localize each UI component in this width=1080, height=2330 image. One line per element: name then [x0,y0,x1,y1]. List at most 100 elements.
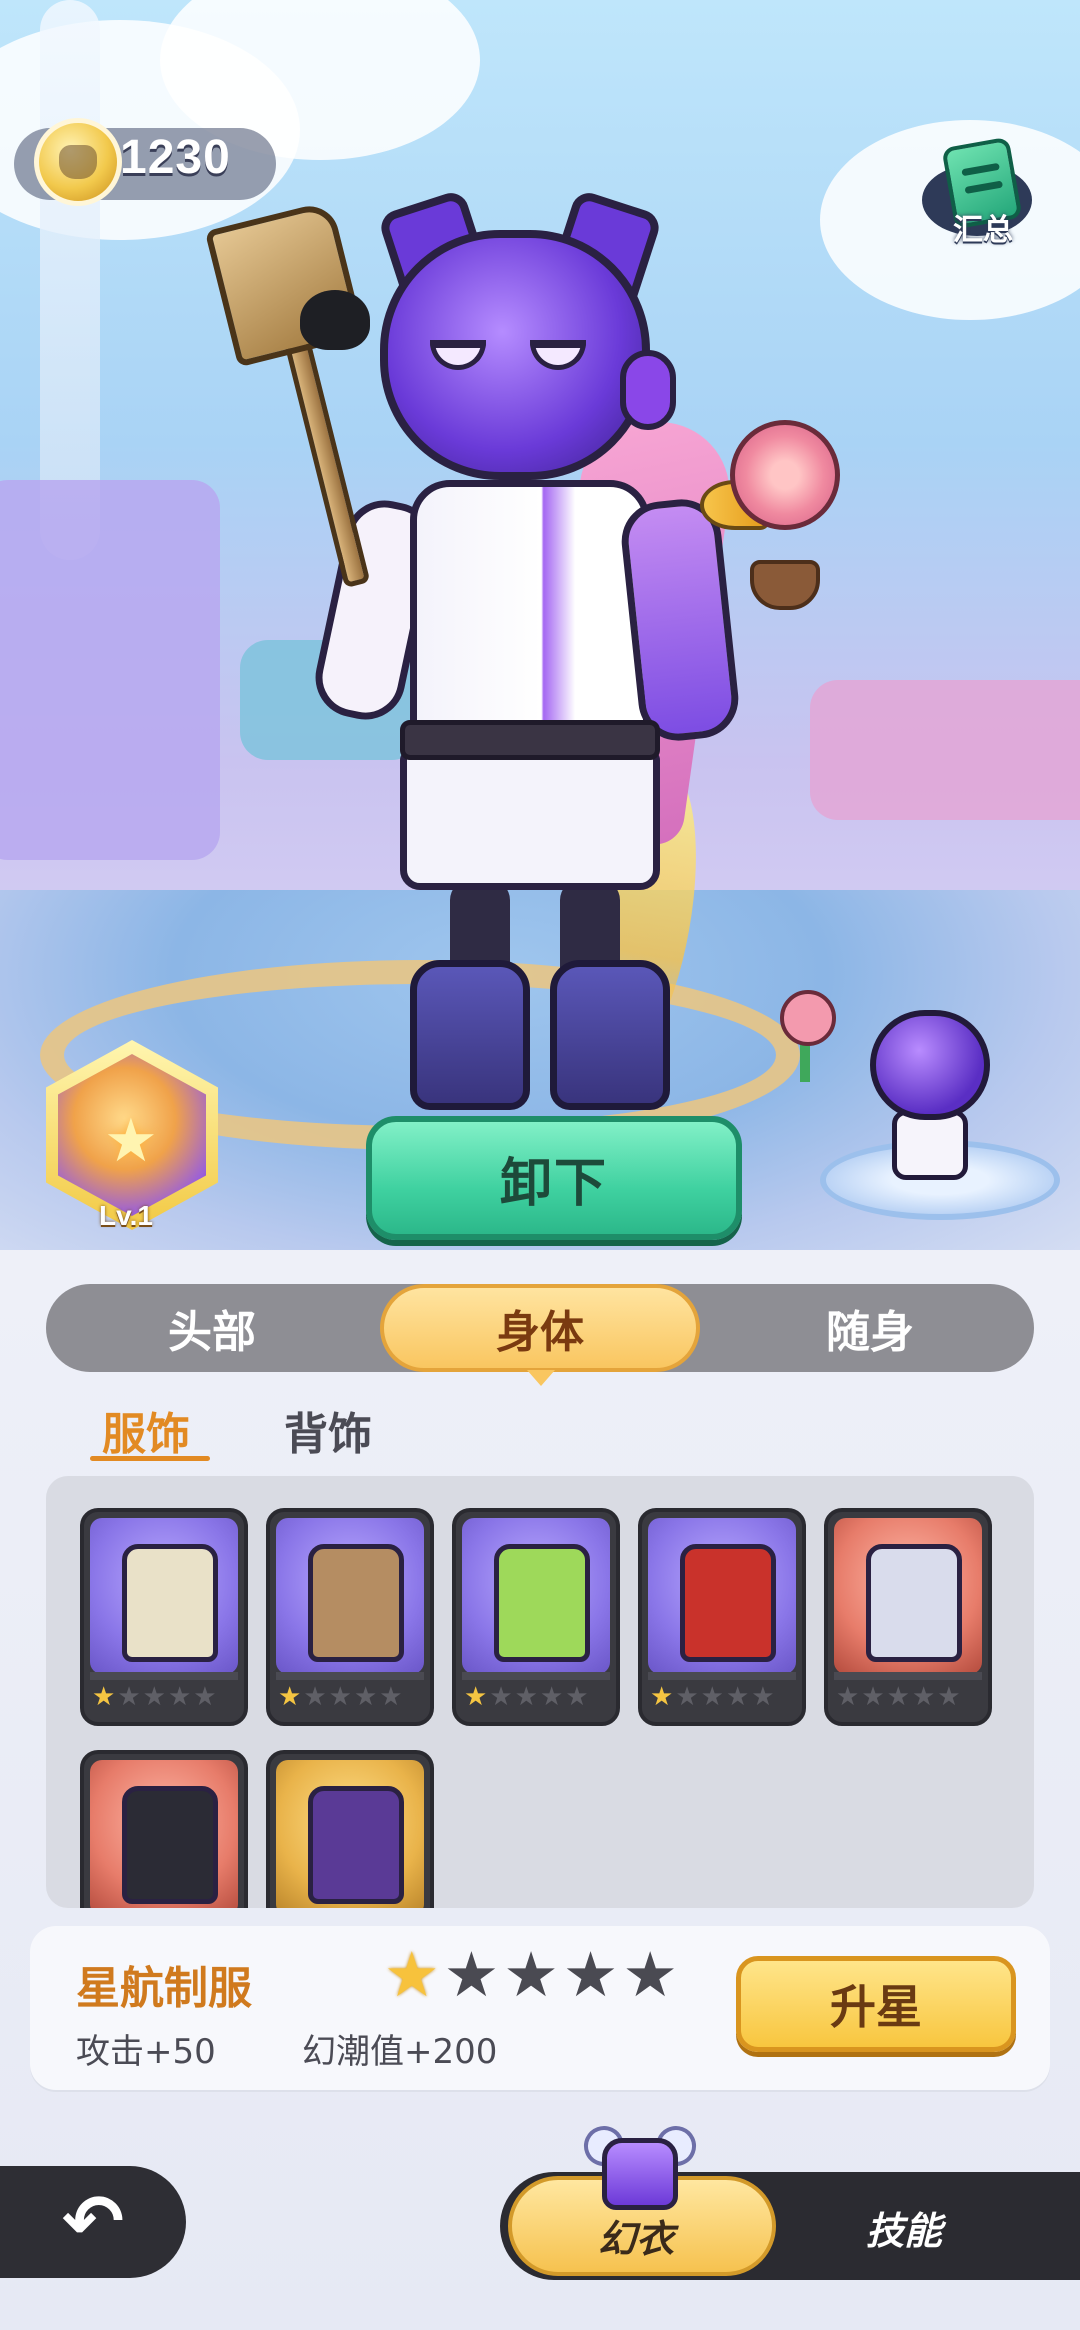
tab-label: 头部 [168,1307,256,1358]
star-icon: ★ [650,1682,674,1712]
star-icon: ★ [104,1106,158,1176]
star-icon: ★ [886,1682,910,1712]
character-boot [410,960,530,1110]
character-shorts [400,750,660,890]
outfit-star-rating: ★ ★ ★ ★ ★ [836,1680,984,1714]
item-attack-stat: 攻击+50 [76,2032,216,2072]
outfit-item[interactable]: ★★★★★ [824,1508,992,1726]
bird-companion [300,290,370,350]
flower-pot [750,560,820,610]
subtab-back-accessory[interactable]: 背饰 [284,1398,372,1462]
star-icon: ★ [503,1938,559,2011]
star-icon: ★ [539,1682,564,1712]
star-icon: ★ [861,1682,885,1712]
outfit-icon [122,1544,218,1662]
star-icon: ★ [565,1682,589,1712]
tab-accessory[interactable]: 随身 [710,1284,1030,1372]
character-face [430,340,600,410]
background-tower [40,0,100,560]
outfit-item[interactable]: ★★★★★ [266,1750,434,1908]
outfit-item[interactable]: ★★★★★ [80,1750,248,1908]
outfit-item[interactable]: ★★★★★ [638,1508,806,1726]
outfit-bag-icon [578,2118,702,2218]
outfit-art [276,1760,424,1908]
card-trim [90,1672,238,1680]
preview-head [870,1010,990,1120]
back-button[interactable]: ↶ [0,2166,186,2278]
star-icon: ★ [142,1682,166,1712]
star-icon: ★ [464,1682,488,1712]
item-star-rating: ★ ★ ★ ★ ★ [384,1944,678,2006]
card-trim [648,1672,796,1680]
subtab-clothing[interactable]: 服饰 [102,1398,190,1462]
outfit-art [462,1518,610,1674]
character-torso [410,480,650,740]
character-boot [550,960,670,1110]
card-trim [462,1672,610,1680]
tab-label: 身体 [496,1307,584,1358]
star-icon: ★ [700,1682,724,1712]
flower-pet [700,420,850,620]
star-icon: ★ [622,1938,678,2011]
card-trim [276,1672,424,1680]
preview-body [892,1110,968,1180]
star-icon: ★ [443,1938,500,2011]
flower-stem [800,1042,810,1082]
background-building [810,680,1080,820]
star-icon: ★ [353,1682,378,1712]
outfit-star-rating: ★ ★ ★ ★ ★ [464,1680,612,1714]
flower-petals [730,420,840,530]
star-icon: ★ [562,1938,619,2011]
subtab-underline [90,1456,210,1461]
outfit-icon [308,1786,404,1904]
outfit-item[interactable]: ★★★★★ [266,1508,434,1726]
outfit-star-rating: ★ ★ ★ ★ ★ [278,1680,426,1714]
star-icon: ★ [836,1682,860,1712]
outfit-art [90,1518,238,1674]
nav-label-skill[interactable]: 技能 [866,2200,942,2255]
weapon-handle [279,319,371,589]
star-icon: ★ [303,1682,327,1712]
star-icon: ★ [725,1682,750,1712]
upgrade-star-button[interactable]: 升星 [736,1956,1016,2052]
star-icon: ★ [167,1682,192,1712]
back-arrow-icon: ↶ [61,2179,124,2265]
star-icon: ★ [384,1938,440,2011]
star-icon: ★ [937,1682,961,1712]
star-icon: ★ [193,1682,217,1712]
outfit-icon [866,1544,962,1662]
summary-label[interactable]: 汇总 [938,205,1028,249]
outfit-icon [308,1544,404,1662]
outfit-item[interactable]: ★★★★★ [452,1508,620,1726]
active-tab-pointer [527,1370,555,1386]
outfit-icon [494,1544,590,1662]
unequip-label: 卸下 [499,1153,608,1214]
outfit-art [648,1518,796,1674]
hamster-coin-icon [34,118,122,206]
nav-label-outfit[interactable]: 幻衣 [598,2208,674,2263]
tab-body[interactable]: 身体 [380,1284,700,1372]
bag-icon [602,2138,678,2210]
star-icon: ★ [328,1682,352,1712]
level-label: Lv.1 [99,1200,153,1231]
outfit-art [90,1760,238,1908]
star-icon: ★ [911,1682,936,1712]
outfit-icon [122,1786,218,1904]
mini-character-preview[interactable] [820,1000,1060,1230]
star-icon: ★ [92,1682,116,1712]
star-icon: ★ [489,1682,513,1712]
outfit-item[interactable]: ★★★★★ [80,1508,248,1726]
star-icon: ★ [751,1682,775,1712]
outfit-art [276,1518,424,1674]
item-name: 星航制服 [76,1963,252,2014]
star-icon: ★ [514,1682,538,1712]
character-eye [530,340,586,370]
outfit-star-rating: ★ ★ ★ ★ ★ [92,1680,240,1714]
outfit-star-rating: ★ ★ ★ ★ ★ [650,1680,798,1714]
character-eye [430,340,486,370]
outfit-art [834,1518,982,1674]
outfit-grid: ★★★★★ ★★★★★ ★★★★★ ★★★★★ ★★★★★ ★★★★★ ★★★★… [46,1476,1034,1908]
tab-head[interactable]: 头部 [52,1284,372,1372]
unequip-button[interactable]: 卸下 [366,1116,742,1240]
headphone-icon [620,350,676,430]
